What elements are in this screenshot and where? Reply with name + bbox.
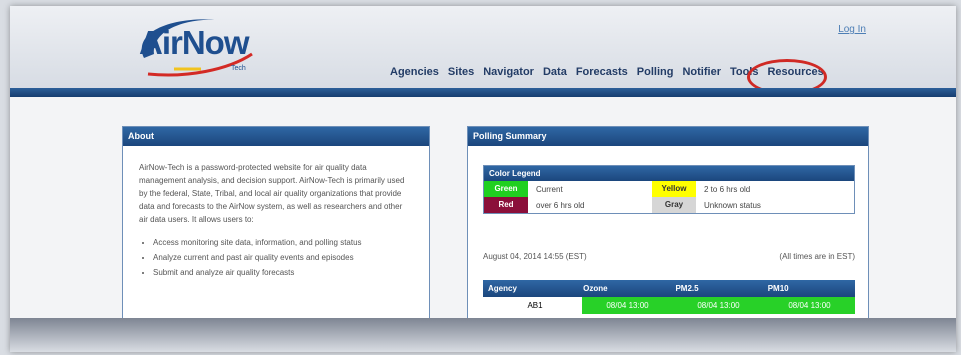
pm10-header: PM10 — [767, 284, 789, 293]
legend-description: Current — [536, 184, 563, 194]
legend-swatch-gray: Gray — [652, 197, 696, 213]
nav-navigator[interactable]: Navigator — [483, 66, 534, 78]
agency-cell[interactable]: AB1 — [483, 297, 582, 314]
nav-sites[interactable]: Sites — [448, 66, 474, 78]
site-header: AirNow Tech Log In Agencies Sites Naviga… — [10, 6, 956, 95]
pm25-cell: 08/04 13:00 — [673, 297, 764, 314]
table-row: AB1 08/04 13:00 08/04 13:00 08/04 13:00 — [483, 297, 855, 314]
nav-polling[interactable]: Polling — [637, 66, 674, 78]
ozone-header: Ozone — [583, 284, 608, 293]
legend-description: Unknown status — [704, 200, 761, 210]
legend-description: 2 to 6 hrs old — [704, 184, 751, 194]
legend-swatch-red: Red — [484, 197, 528, 213]
header-bar — [10, 88, 956, 97]
polling-date-row: August 04, 2014 14:55 (EST) (All times a… — [483, 252, 855, 261]
pm25-header: PM2.5 — [675, 284, 699, 293]
agency-table-header: Agency Ozone PM2.5 PM10 — [483, 280, 855, 297]
nav-notifier[interactable]: Notifier — [682, 66, 721, 78]
ozone-cell: 08/04 13:00 — [582, 297, 673, 314]
polling-date: August 04, 2014 14:55 (EST) — [483, 252, 587, 261]
about-body: AirNow-Tech is a password-protected webs… — [123, 146, 429, 296]
nav-forecasts[interactable]: Forecasts — [576, 66, 628, 78]
legend-description: over 6 hrs old — [536, 200, 585, 210]
cropped-bottom-shadow — [10, 318, 956, 352]
legend-row: Green Current Yellow 2 to 6 hrs old — [484, 181, 854, 197]
times-note: (All times are in EST) — [779, 252, 855, 261]
agency-header: Agency — [488, 284, 517, 293]
login-link[interactable]: Log In — [838, 24, 866, 35]
logo-subtitle: Tech — [231, 65, 246, 72]
about-list: Access monitoring site data, information… — [139, 236, 413, 279]
nav-agencies[interactable]: Agencies — [390, 66, 439, 78]
polling-summary-panel: Polling Summary Color Legend Green Curre… — [467, 126, 869, 348]
about-title: About — [123, 127, 429, 146]
about-bullet: Access monitoring site data, information… — [153, 236, 413, 249]
about-bullet: Submit and analyze air quality forecasts — [153, 266, 413, 279]
color-legend-title: Color Legend — [484, 166, 854, 181]
about-bullet: Analyze current and past air quality eve… — [153, 251, 413, 264]
legend-swatch-green: Green — [484, 181, 528, 197]
logo-text: AirNow — [139, 24, 249, 61]
color-legend: Color Legend Green Current Yellow 2 to 6… — [483, 165, 855, 214]
polling-title: Polling Summary — [468, 127, 868, 146]
browser-frame: AirNow Tech Log In Agencies Sites Naviga… — [10, 6, 956, 352]
legend-row: Red over 6 hrs old Gray Unknown status — [484, 197, 854, 213]
nav-data[interactable]: Data — [543, 66, 567, 78]
about-paragraph: AirNow-Tech is a password-protected webs… — [139, 163, 405, 224]
agency-table: Agency Ozone PM2.5 PM10 AB1 08/04 13:00 … — [483, 280, 855, 314]
pm10-cell: 08/04 13:00 — [764, 297, 855, 314]
about-panel: About AirNow-Tech is a password-protecte… — [122, 126, 430, 348]
legend-swatch-yellow: Yellow — [652, 181, 696, 197]
